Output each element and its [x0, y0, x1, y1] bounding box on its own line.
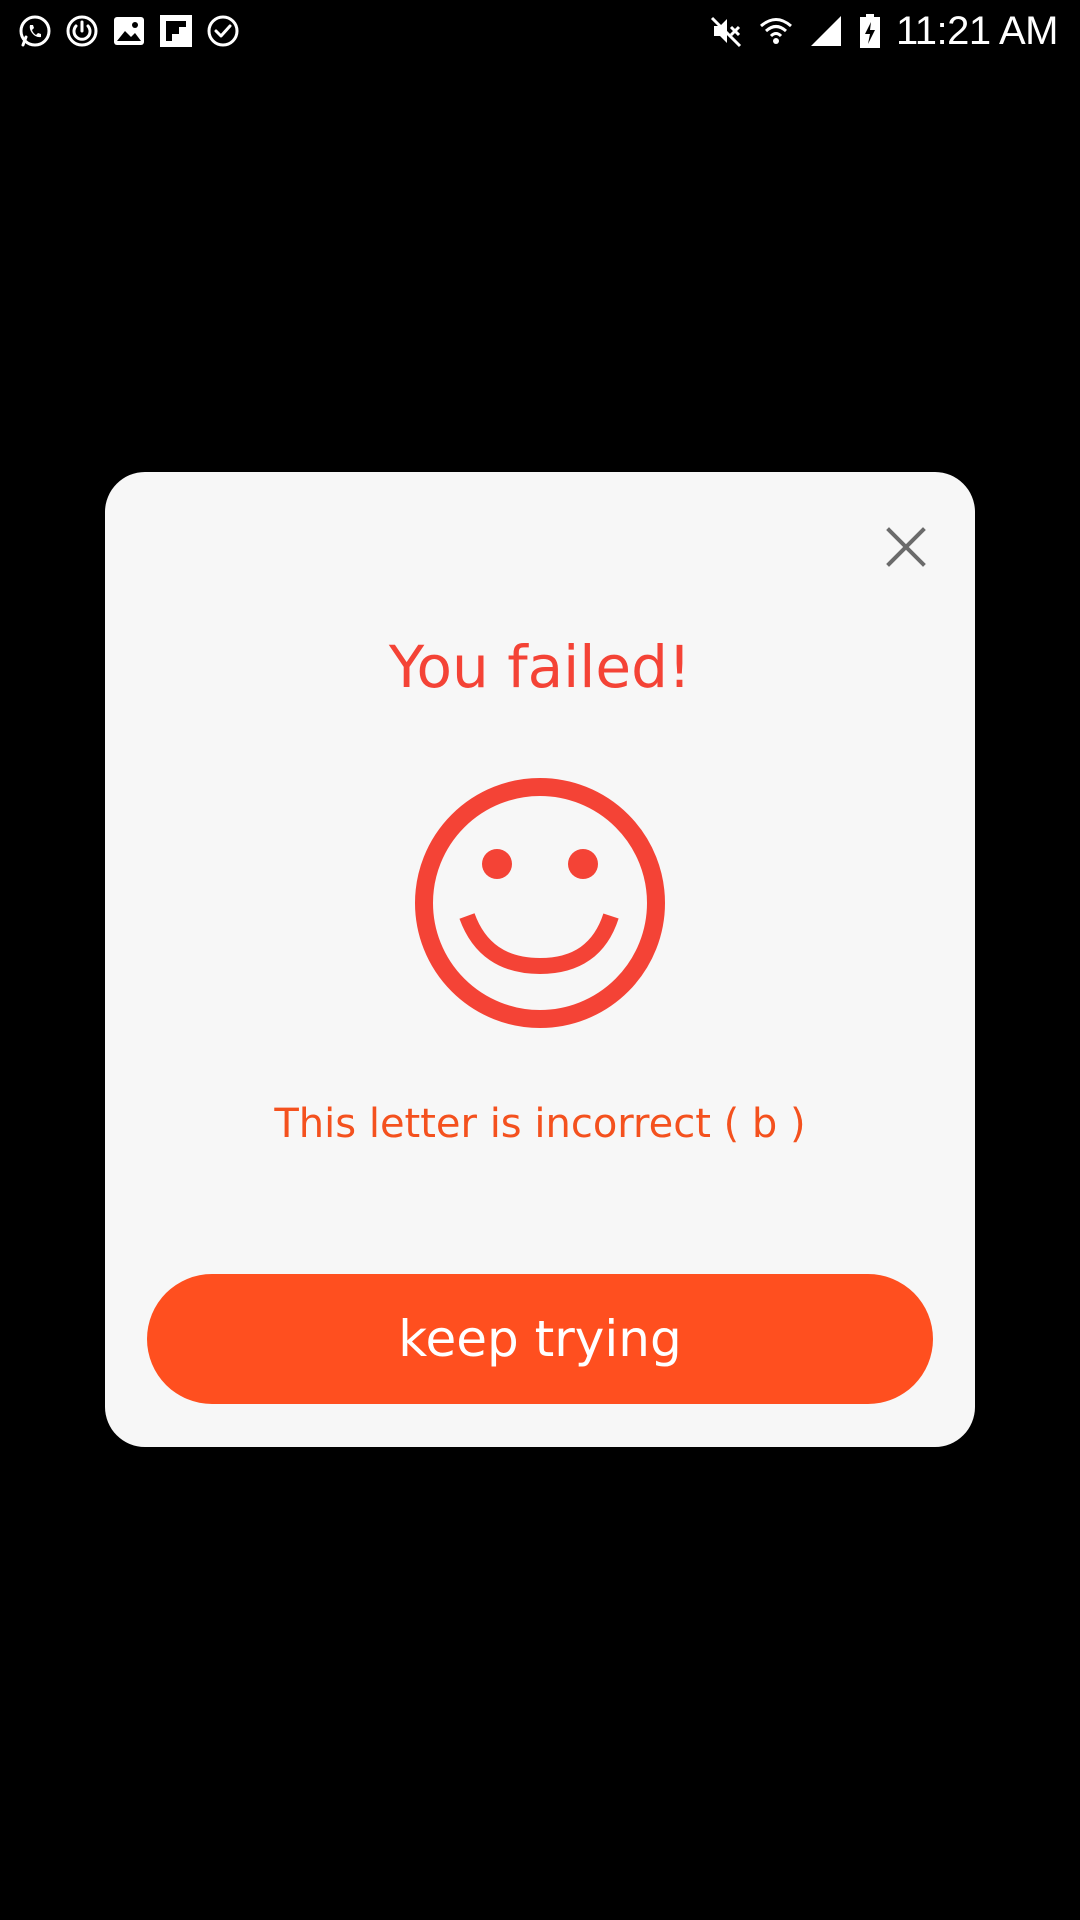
dialog-title: You failed!: [388, 633, 692, 701]
keep-trying-button[interactable]: keep trying: [147, 1274, 933, 1404]
result-dialog: You failed! This letter is incorrect ( b…: [105, 472, 975, 1447]
notification-icons: [17, 12, 241, 50]
image-icon: [114, 17, 144, 45]
sync-icon: [66, 15, 98, 47]
mute-icon: [710, 16, 742, 48]
signal-icon: [810, 16, 841, 46]
whatsapp-icon: [19, 15, 51, 47]
battery-charging-icon: [859, 14, 880, 48]
clock: 11:21 AM: [895, 9, 1059, 53]
system-icons: 11:21 AM: [708, 9, 1059, 53]
close-button[interactable]: [883, 524, 929, 570]
face-icon-container: [413, 776, 667, 1030]
flipboard-icon: [160, 15, 192, 47]
result-message: This letter is incorrect ( b ): [274, 1101, 806, 1147]
status-bar: 11:21 AM: [0, 0, 1080, 63]
smiley-face-icon: [415, 778, 665, 1028]
check-circle-icon: [207, 15, 239, 47]
close-icon: [886, 527, 926, 567]
wifi-icon: [759, 18, 792, 44]
